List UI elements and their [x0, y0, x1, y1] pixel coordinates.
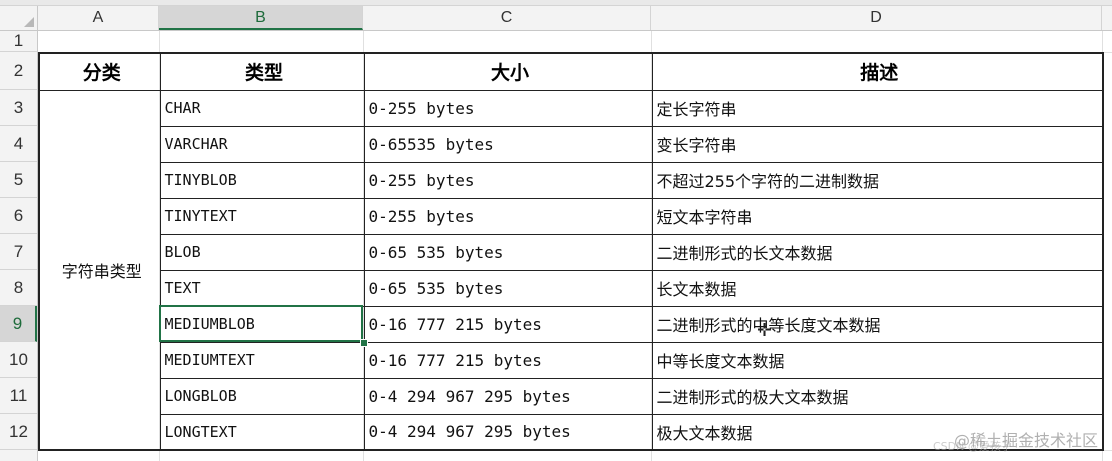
header-category[interactable]: 分类: [38, 52, 161, 91]
size-cell[interactable]: 0-16 777 215 bytes: [363, 341, 653, 379]
description-cell[interactable]: 不超过255个字符的二进制数据: [651, 161, 1104, 199]
table-row: BLOB 0-65 535 bytes 二进制形式的长文本数据: [39, 233, 1104, 271]
column-header-a[interactable]: A: [38, 6, 159, 30]
description-cell[interactable]: 中等长度文本数据: [651, 341, 1104, 379]
data-table: 分类 类型 大小 描述 字符串类型 CHAR 0-255 bytes 定长字符串…: [38, 52, 1104, 451]
table-row: TINYTEXT 0-255 bytes 短文本字符串: [39, 197, 1104, 235]
row-header-6[interactable]: 6: [0, 198, 37, 234]
size-cell[interactable]: 0-255 bytes: [363, 197, 653, 235]
row-header-11[interactable]: 11: [0, 378, 37, 414]
fill-handle[interactable]: [360, 339, 368, 347]
size-cell[interactable]: 0-65 535 bytes: [363, 269, 653, 307]
select-all-corner[interactable]: [0, 6, 38, 30]
header-row: 分类 类型 大小 描述: [38, 52, 1104, 91]
header-description[interactable]: 描述: [651, 52, 1104, 91]
row-header-8[interactable]: 8: [0, 270, 37, 306]
type-cell[interactable]: CHAR: [159, 89, 365, 127]
description-cell[interactable]: 二进制形式的极大文本数据: [651, 377, 1104, 415]
row-header-5[interactable]: 5: [0, 162, 37, 198]
size-cell[interactable]: 0-4 294 967 295 bytes: [363, 413, 653, 451]
size-cell[interactable]: 0-255 bytes: [363, 161, 653, 199]
column-header-bar: A B C D: [0, 6, 1112, 31]
type-cell[interactable]: TINYBLOB: [159, 161, 365, 199]
row-header-bar: 1 2 3 4 5 6 7 8 9 10 11 12: [0, 31, 38, 461]
size-cell[interactable]: 0-4 294 967 295 bytes: [363, 377, 653, 415]
column-header-b[interactable]: B: [159, 6, 363, 30]
table-row: VARCHAR 0-65535 bytes 变长字符串: [39, 125, 1104, 163]
column-header-c[interactable]: C: [363, 6, 651, 30]
row-header-2[interactable]: 2: [0, 52, 37, 90]
watermark: @稀土掘金技术社区: [953, 431, 1098, 450]
type-cell[interactable]: TEXT: [159, 269, 365, 307]
description-cell[interactable]: 二进制形式的中等长度文本数据: [651, 305, 1104, 343]
category-cell[interactable]: 字符串类型: [38, 89, 161, 451]
size-cell[interactable]: 0-16 777 215 bytes: [363, 305, 653, 343]
table-row: 字符串类型 CHAR 0-255 bytes 定长字符串: [38, 89, 1104, 451]
description-cell[interactable]: 定长字符串: [651, 89, 1104, 127]
header-size[interactable]: 大小: [363, 52, 653, 91]
description-cell[interactable]: 长文本数据: [651, 269, 1104, 307]
row-header-9[interactable]: 9: [0, 306, 37, 342]
table-row: TEXT 0-65 535 bytes 长文本数据: [39, 269, 1104, 307]
description-cell[interactable]: 二进制形式的长文本数据: [651, 233, 1104, 271]
column-header-d[interactable]: D: [651, 6, 1102, 30]
row-header-12[interactable]: 12: [0, 414, 37, 450]
header-type[interactable]: 类型: [159, 52, 365, 91]
size-cell[interactable]: 0-255 bytes: [363, 89, 653, 127]
size-cell[interactable]: 0-65535 bytes: [363, 125, 653, 163]
size-cell[interactable]: 0-65 535 bytes: [363, 233, 653, 271]
table-row: MEDIUMBLOB 0-16 777 215 bytes 二进制形式的中等长度…: [39, 305, 1104, 343]
cell-cursor-icon: ✛: [757, 320, 773, 341]
row-header-3[interactable]: 3: [0, 90, 37, 126]
type-cell[interactable]: MEDIUMTEXT: [159, 341, 365, 379]
type-cell[interactable]: VARCHAR: [159, 125, 365, 163]
row-header-7[interactable]: 7: [0, 234, 37, 270]
row-header-10[interactable]: 10: [0, 342, 37, 378]
description-cell[interactable]: 变长字符串: [651, 125, 1104, 163]
description-cell[interactable]: 短文本字符串: [651, 197, 1104, 235]
table-row: TINYBLOB 0-255 bytes 不超过255个字符的二进制数据: [39, 161, 1104, 199]
type-cell[interactable]: LONGBLOB: [159, 377, 365, 415]
type-cell[interactable]: BLOB: [159, 233, 365, 271]
row-header-1[interactable]: 1: [0, 31, 37, 52]
table-row: MEDIUMTEXT 0-16 777 215 bytes 中等长度文本数据: [39, 341, 1104, 379]
type-cell-selected[interactable]: MEDIUMBLOB: [159, 305, 365, 343]
row-header-4[interactable]: 4: [0, 126, 37, 162]
table-row: LONGBLOB 0-4 294 967 295 bytes 二进制形式的极大文…: [39, 377, 1104, 415]
type-cell[interactable]: TINYTEXT: [159, 197, 365, 235]
type-cell[interactable]: LONGTEXT: [159, 413, 365, 451]
